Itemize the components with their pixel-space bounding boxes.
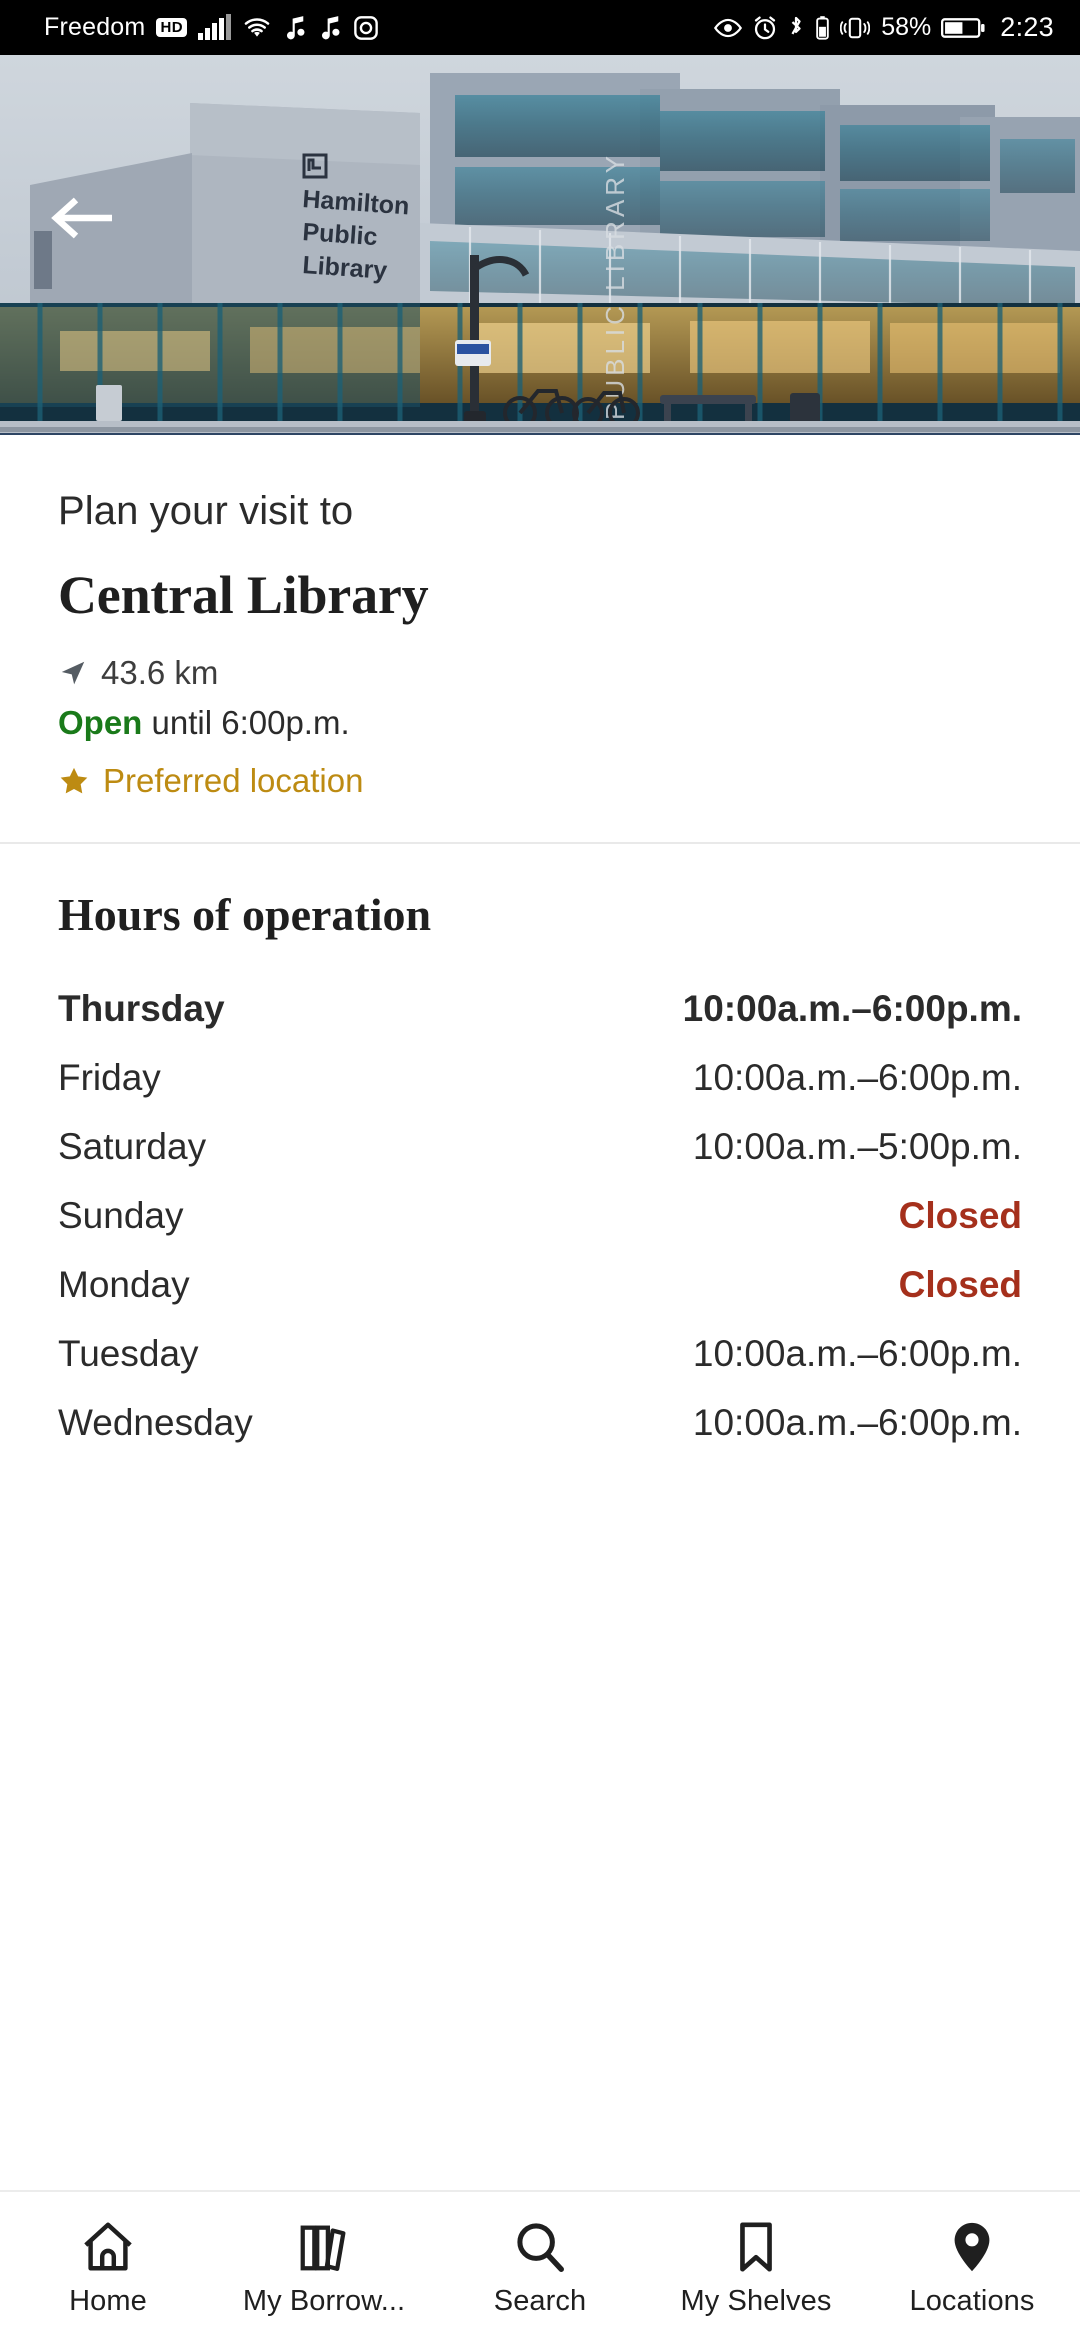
hours-time-label: 10:00a.m.–6:00p.m. — [692, 1333, 1022, 1374]
preferred-location-row[interactable]: Preferred location — [58, 762, 1022, 800]
nav-label-my-shelves: My Shelves — [680, 2285, 832, 2317]
hours-time-label: 10:00a.m.–6:00p.m. — [692, 1402, 1022, 1443]
nav-label-locations: Locations — [909, 2285, 1035, 2317]
bottom-navigation-bar: Home My Borrow... Search My Shelves Loca… — [0, 2190, 1080, 2340]
plan-visit-label: Plan your visit to — [58, 489, 354, 533]
hd-badge: HD — [156, 17, 188, 38]
clock-label: 2:23 — [1000, 12, 1054, 42]
library-building-illustration: Hamilton Public Library PUBLIC LIBRARY — [0, 55, 1080, 435]
books-icon — [295, 2214, 353, 2276]
hours-list: Thursday 10:00a.m.–6:00p.m. Friday 10:00a.m… — [58, 975, 1022, 1458]
hours-section: Hours of operation Thursday 10:00a.m.–6:0… — [0, 844, 1080, 1488]
eye-icon — [713, 17, 743, 39]
svg-text:Library: Library — [302, 251, 389, 285]
back-button[interactable] — [44, 180, 120, 256]
hours-time-label: 10:00a.m.–6:00p.m. — [682, 988, 1022, 1029]
hours-row: Tuesday 10:00a.m.–6:00p.m. — [58, 1320, 1022, 1389]
hours-row: Sunday Closed — [58, 1182, 1022, 1251]
nav-label-search: Search — [493, 2285, 587, 2317]
vibrate-icon — [840, 15, 871, 41]
search-icon — [511, 2214, 569, 2276]
bluetooth-icon — [787, 15, 805, 41]
hours-row: Friday 10:00a.m.–6:00p.m. — [58, 1044, 1022, 1113]
svg-text:Public: Public — [302, 218, 379, 251]
preferred-location-label: Preferred location — [103, 762, 364, 799]
hours-row: Thursday 10:00a.m.–6:00p.m. — [58, 975, 1022, 1044]
battery-icon — [941, 16, 985, 40]
battery-percent-label: 58% — [881, 13, 932, 41]
hours-time-label: 10:00a.m.–6:00p.m. — [692, 1057, 1022, 1098]
status-bar: Freedom HD 58% 2:23 — [0, 0, 1080, 55]
bookmark-icon — [727, 2214, 785, 2276]
hours-closed-label: Closed — [898, 1264, 1022, 1305]
bluetooth-battery-icon — [814, 15, 831, 41]
distance-label: 43.6 km — [101, 654, 219, 691]
home-icon — [79, 2214, 137, 2276]
hours-row: Monday Closed — [58, 1251, 1022, 1320]
back-arrow-icon — [51, 197, 112, 239]
branch-info-section: Plan your visit to Central Library 43.6 … — [0, 435, 1080, 842]
nav-label-home: Home — [69, 2285, 147, 2317]
signal-bars-icon — [198, 13, 231, 40]
location-pin-icon — [943, 2214, 1001, 2276]
hours-day-label: Saturday — [58, 1126, 207, 1167]
phone-screen: Freedom HD 58% 2:23 Hamilton Public Libr… — [0, 0, 1080, 2340]
hours-day-label: Thursday — [58, 988, 225, 1029]
hours-closed-label: Closed — [898, 1195, 1022, 1236]
nav-item-search[interactable]: Search — [432, 2214, 648, 2318]
distance-row: 43.6 km — [58, 654, 1022, 692]
nav-item-my-borrowing[interactable]: My Borrow... — [216, 2214, 432, 2318]
music-note-icon — [318, 15, 342, 41]
star-icon — [58, 765, 90, 797]
hours-day-label: Wednesday — [58, 1402, 253, 1443]
hours-row: Saturday 10:00a.m.–5:00p.m. — [58, 1113, 1022, 1182]
status-until-label: until 6:00p.m. — [142, 704, 350, 741]
hours-time-label: 10:00a.m.–5:00p.m. — [692, 1126, 1022, 1167]
navigation-arrow-icon — [58, 658, 88, 688]
open-status-row: Open until 6:00p.m. — [58, 704, 1022, 742]
hours-row: Wednesday 10:00a.m.–6:00p.m. — [58, 1389, 1022, 1458]
nav-label-my-borrowing: My Borrow... — [242, 2285, 406, 2317]
page-title: Central Library — [58, 565, 429, 625]
instagram-icon — [353, 15, 379, 41]
music-note-icon — [283, 15, 307, 41]
status-badge: Open — [58, 704, 143, 741]
nav-item-locations[interactable]: Locations — [864, 2214, 1080, 2318]
svg-text:PUBLIC LIBRARY: PUBLIC LIBRARY — [600, 152, 630, 420]
hours-day-label: Friday — [58, 1057, 161, 1098]
hours-day-label: Sunday — [58, 1195, 184, 1236]
status-bar-right: 58% 2:23 — [713, 12, 1054, 43]
hours-day-label: Monday — [58, 1264, 190, 1305]
nav-item-home[interactable]: Home — [0, 2214, 216, 2318]
wifi-icon — [242, 16, 272, 40]
status-bar-left: Freedom HD — [44, 13, 379, 42]
carrier-label: Freedom — [44, 13, 146, 41]
hours-day-label: Tuesday — [58, 1333, 199, 1374]
alarm-clock-icon — [752, 15, 778, 41]
nav-item-my-shelves[interactable]: My Shelves — [648, 2214, 864, 2318]
hours-heading: Hours of operation — [58, 889, 432, 940]
library-hero-image: Hamilton Public Library PUBLIC LIBRARY — [0, 55, 1080, 435]
